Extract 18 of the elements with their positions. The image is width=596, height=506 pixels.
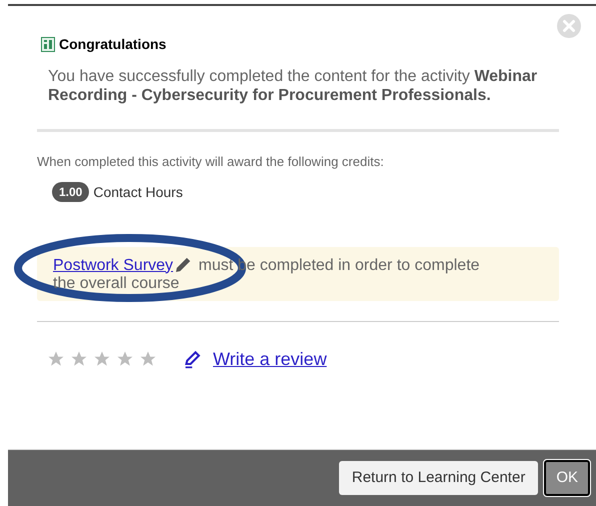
star-icon[interactable]: [93, 350, 111, 368]
pencil-icon: [183, 349, 203, 369]
dialog-title: Congratulations: [59, 35, 166, 54]
document-icon: [41, 37, 55, 52]
star-icon[interactable]: [139, 350, 157, 368]
star-icon[interactable]: [116, 350, 134, 368]
star-icon[interactable]: [47, 350, 65, 368]
pencil-icon: [176, 256, 192, 272]
ok-button[interactable]: OK: [544, 460, 590, 496]
star-icon[interactable]: [70, 350, 88, 368]
completion-message: You have successfully completed the content for the activity Webinar Recording - Cybersecurity for Procurement Professionals.: [48, 67, 538, 105]
credits-intro: When completed this activity will award the following credits:: [37, 153, 385, 171]
credit-label: Contact Hours: [93, 182, 183, 202]
return-button[interactable]: Return to Learning Center: [338, 460, 538, 496]
survey-link[interactable]: Postwork Survey: [53, 256, 174, 274]
close-icon[interactable]: [557, 14, 581, 38]
credit-badge: 1.00: [52, 182, 90, 202]
write-review-link[interactable]: Write a review: [213, 346, 327, 372]
